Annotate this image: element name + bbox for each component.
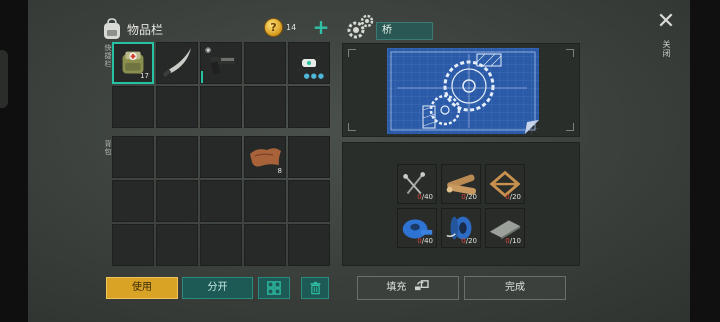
right-bezel	[690, 0, 720, 322]
shield-icon: ◉	[205, 46, 212, 54]
close-label[interactable]: 关闭	[661, 40, 672, 58]
durability-dots: ●●●	[303, 72, 325, 80]
backpack-grid: 8	[112, 136, 330, 266]
slot-count: 8	[277, 167, 282, 175]
requirement-logs[interactable]: 0/20	[441, 164, 481, 204]
backpack-slot[interactable]	[288, 136, 330, 178]
backpack-slot[interactable]: 8	[244, 136, 286, 178]
backpack-slot[interactable]	[112, 224, 154, 266]
requirement-count: 0/40	[417, 237, 433, 245]
backpack-slot[interactable]	[200, 224, 242, 266]
camera-notch	[0, 50, 8, 108]
add-coins-button[interactable]: +	[312, 17, 330, 37]
backpack-slot[interactable]	[244, 224, 286, 266]
hotbar-slot-10[interactable]	[288, 86, 330, 128]
hotbar-slot-3[interactable]: ◉	[200, 42, 242, 84]
blueprint-preview	[342, 43, 580, 137]
backpack-slot[interactable]	[200, 180, 242, 222]
need-count: /40	[421, 237, 433, 245]
need-count: /20	[465, 237, 477, 245]
requirement-tape[interactable]: 0/40	[397, 208, 437, 248]
frame-corner	[566, 49, 574, 57]
hotbar-slot-1[interactable]: 17	[112, 42, 154, 84]
requirement-count: 0/40	[417, 193, 433, 201]
backpack-slot[interactable]	[112, 136, 154, 178]
backpack-slot[interactable]	[244, 180, 286, 222]
gears-icon	[347, 14, 374, 39]
requirement-count: 0/20	[505, 193, 521, 201]
hotbar-slot-7[interactable]	[156, 86, 198, 128]
slot-count: 17	[140, 72, 149, 80]
backpack-slot[interactable]	[112, 180, 154, 222]
craft-header: 桥	[346, 13, 586, 41]
backpack-slot[interactable]	[288, 224, 330, 266]
frame-corner	[348, 49, 356, 57]
fill-label: 填充	[386, 282, 407, 293]
trash-button[interactable]	[301, 277, 329, 299]
need-count: /20	[465, 193, 477, 201]
fill-button[interactable]: 填充	[357, 276, 459, 300]
grid-sort-icon	[267, 281, 281, 295]
requirements-grid: 0/40 0/20 0/20 0/40 0/20 0/10	[397, 164, 525, 248]
hotbar-slot-9[interactable]	[244, 86, 286, 128]
hotbar-slot-8[interactable]	[200, 86, 242, 128]
left-bezel	[0, 0, 28, 322]
craft-item-name: 桥	[376, 22, 433, 40]
requirements-panel: 0/40 0/20 0/20 0/40 0/20 0/10	[342, 142, 580, 266]
requirement-frame[interactable]: 0/20	[485, 164, 525, 204]
coin-count: 14	[286, 23, 297, 32]
use-button[interactable]: 使用	[106, 277, 178, 299]
backpack-icon	[104, 18, 120, 39]
backpack-slot[interactable]	[156, 224, 198, 266]
sort-button[interactable]	[258, 277, 290, 299]
backpack-slot[interactable]	[156, 180, 198, 222]
hotbar-slot-4[interactable]	[244, 42, 286, 84]
requirement-count: 0/10	[505, 237, 521, 245]
trash-icon	[310, 281, 320, 295]
need-count: /10	[509, 237, 521, 245]
fill-icon	[414, 280, 429, 291]
requirement-count: 0/20	[461, 193, 477, 201]
blueprint-icon	[387, 48, 539, 134]
backpack-slot[interactable]	[156, 136, 198, 178]
requirement-plate[interactable]: 0/10	[485, 208, 525, 248]
done-button[interactable]: 完成	[464, 276, 566, 300]
inventory-title: 物品栏	[127, 23, 164, 37]
close-icon[interactable]: ✕	[655, 11, 677, 34]
requirement-spool[interactable]: 0/20	[441, 208, 481, 248]
frame-corner	[348, 123, 356, 131]
coin-icon: ?	[264, 18, 283, 37]
requirement-nails[interactable]: 0/40	[397, 164, 437, 204]
hotbar-slot-6[interactable]	[112, 86, 154, 128]
hotbar-slot-5[interactable]: ●●●	[288, 42, 330, 84]
durability-indicator	[201, 71, 203, 83]
split-button[interactable]: 分开	[182, 277, 253, 299]
inventory-header: 物品栏 ? 14 +	[102, 16, 330, 42]
requirement-count: 0/20	[461, 237, 477, 245]
frame-corner	[566, 123, 574, 131]
backpack-slot[interactable]	[288, 180, 330, 222]
hotbar-slot-2[interactable]	[156, 42, 198, 84]
backpack-slot[interactable]	[200, 136, 242, 178]
need-count: /20	[509, 193, 521, 201]
hotbar-grid: 17 ◉ ●●●	[112, 42, 330, 128]
machete-icon	[163, 48, 191, 77]
need-count: /40	[421, 193, 433, 201]
